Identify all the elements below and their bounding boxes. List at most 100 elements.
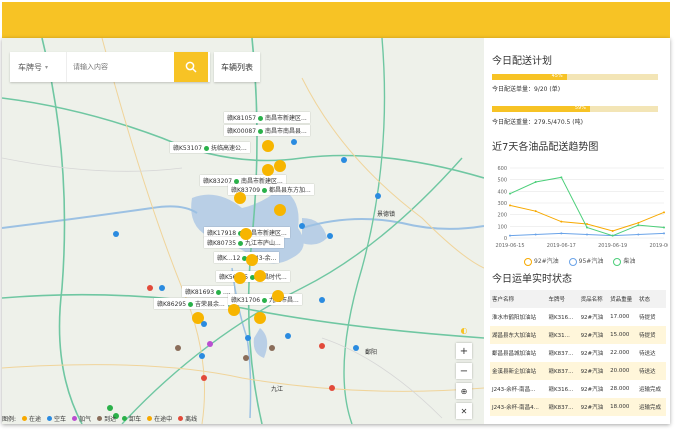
data-point (509, 204, 511, 207)
plan-title: 今日配送计划 (492, 56, 552, 67)
table-row[interactable]: 淮水市鹤阳加油站 赣K316... 92#汽油 17.000 待提货 (490, 308, 666, 326)
orders-table: 客户名称 车牌号 货品名称 货品重量 状态 淮水市鹤阳加油站 赣K316... 92… (490, 290, 666, 416)
column-header: 车牌号 (546, 290, 579, 308)
table-cell: 待送达 (639, 351, 656, 357)
y-tick-label: 300 (497, 201, 507, 207)
legend-item: 柴油 (613, 256, 635, 266)
progress-label: 45% (551, 73, 563, 79)
table-row[interactable]: 金溪县新企加油站 赣K837... 92#汽油 20.000 待送达 (490, 362, 666, 380)
vehicle-plate: 赣K80735 (207, 240, 237, 247)
search-type-select[interactable]: 车牌号 ▾ (10, 52, 67, 82)
vehicle-label[interactable]: 赣K81693.... (182, 286, 234, 297)
y-tick-label: 200 (497, 213, 507, 219)
vehicle-location: J243-余... (249, 255, 277, 262)
vehicle-label[interactable]: 赣K56265 都昌时代... (216, 271, 290, 282)
legend-item: 卸车 (122, 414, 141, 423)
data-point (509, 192, 511, 195)
vehicle-plate: 赣K00087 (227, 128, 257, 135)
data-point (586, 226, 588, 229)
status-dot (250, 275, 256, 280)
map-view[interactable]: 车牌号 ▾ 车辆列表 赣K81057 南昌市新建区... 赣K00087 南昌市南昌… (2, 38, 484, 424)
data-point (663, 232, 665, 235)
legend-item: 95#汽油 (568, 256, 603, 266)
table-cell: 湖昌县东大加油站 (490, 326, 547, 344)
vehicle-label[interactable]: 赣K53107 抚临高速公... (170, 142, 250, 153)
table-cell: 17.000 (610, 314, 630, 320)
locate-icon[interactable]: ⊕ (456, 383, 472, 399)
table-cell: 待提货 (639, 315, 656, 321)
table-cell: 赣K837... (546, 362, 579, 380)
top-header-bar (2, 2, 670, 38)
table-row[interactable]: 湖昌县东大加油站 赣K31... 92#汽油 15.000 待提货 (490, 326, 666, 344)
vehicle-label[interactable]: 赣K83709 都昌县东方加... (228, 184, 314, 195)
progress-note-orders: 今日配送单量：9/20 (单) (492, 86, 561, 93)
search-type-label: 车牌号 (18, 62, 42, 72)
table-cell: 待提货 (637, 326, 666, 344)
vehicle-plate: 赣K31706 (231, 297, 261, 304)
vehicle-location: 南昌市新建区... (245, 230, 287, 237)
search-input[interactable] (67, 62, 183, 72)
status-dot (238, 241, 244, 246)
vehicle-location: 九江市昌... (269, 297, 299, 304)
table-header-row: 客户名称 车牌号 货品名称 货品重量 状态 (490, 290, 666, 308)
data-point (637, 224, 640, 227)
place-name: 景德镇 (377, 211, 396, 218)
vehicle-location: 都昌县东方加... (269, 187, 311, 194)
y-tick-label: 600 (497, 166, 507, 172)
zoom-in-button[interactable]: + (456, 343, 472, 359)
data-point (534, 233, 537, 236)
table-cell: 22.000 (610, 350, 630, 356)
right-panel: 今日配送计划 45% 今日配送单量：9/20 (单) 59% 今日配送重量：27… (484, 38, 670, 424)
vehicle-label[interactable]: 赣K86295 吉荣县余... (154, 298, 228, 309)
vehicle-plate: 赣K...12 (217, 255, 241, 262)
legend-item: 加气 (72, 414, 91, 423)
legend-item: 92#汽油 (524, 256, 559, 266)
legend-item: 离线 (178, 414, 197, 423)
table-cell: 赣K316... (548, 315, 574, 321)
vehicle-list-button[interactable]: 车辆列表 (214, 52, 260, 82)
vehicle-plate: 赣K86295 (157, 301, 187, 308)
vehicle-label[interactable]: 赣K81057 南昌市新建区... (224, 112, 310, 123)
vehicle-label[interactable]: 赣K31706 九江市昌... (228, 294, 302, 305)
column-header: 货品名称 (578, 290, 609, 308)
table-cell: J243-余杯-南昌4... (490, 398, 547, 416)
status-dot (258, 116, 264, 121)
x-tick-label: 2019-06-19 (598, 243, 627, 249)
progress-bar-orders: 45% (492, 73, 658, 80)
chart-legend: 92#汽油 95#汽油 柴油 (524, 256, 635, 266)
vehicle-plate: 赣K81693 (185, 289, 215, 296)
table-row[interactable]: J243-余杯-南昌4... 赣K837... 92#汽油 18.000 运输完成 (490, 398, 666, 416)
vehicle-label[interactable]: 赣K...12 J243-余... (214, 252, 280, 263)
trend-line-chart: 0 100 200 300 400 500 600 2019-06-15 2019-06-17 2… (495, 166, 668, 249)
y-tick-label: 0 (504, 236, 507, 242)
search-button[interactable] (174, 52, 208, 82)
data-point (560, 220, 563, 223)
table-cell: 运输完成 (639, 387, 662, 393)
y-tick-label: 400 (497, 189, 507, 195)
vehicle-label[interactable]: 赣K80735 九江市庐山... (204, 237, 284, 248)
vehicle-location: 吉荣县余... (195, 301, 225, 308)
compass-icon[interactable]: ◐ (456, 322, 472, 338)
legend-title: 图例: (2, 415, 17, 423)
vehicle-location: 南昌市南昌县... (265, 128, 307, 135)
table-row[interactable]: J243-余杯-南昌... 赣K316... 92#汽油 28.000 运输完成 (490, 380, 666, 398)
table-cell: 92#汽油 (580, 315, 604, 321)
status-dot (262, 298, 268, 303)
data-point (586, 233, 588, 236)
table-cell: 28.000 (610, 386, 630, 392)
table-cell: 18.000 (608, 398, 638, 416)
legend-item: 空车 (47, 414, 66, 423)
data-point (637, 233, 640, 236)
table-row[interactable]: 鄱昌县昌城加油站 赣K837... 92#汽油 22.000 待送达 (490, 344, 666, 362)
close-icon[interactable]: ✕ (456, 403, 472, 419)
table-cell: 赣K837... (546, 398, 579, 416)
zoom-out-button[interactable]: − (456, 363, 472, 379)
vehicle-label[interactable]: 赣K00087 南昌市南昌县... (224, 125, 310, 136)
y-tick-label: 500 (497, 178, 507, 184)
progress-note-weight: 今日配送重量：279.5/470.5 (吨) (492, 119, 583, 126)
table-cell: 92#汽油 (578, 398, 609, 416)
trend-title: 近7天各油品配送趋势图 (492, 142, 599, 153)
vehicle-plate: 赣K83709 (231, 187, 261, 194)
x-tick-label: 2019-06-15 (495, 243, 524, 249)
data-point (509, 234, 511, 237)
